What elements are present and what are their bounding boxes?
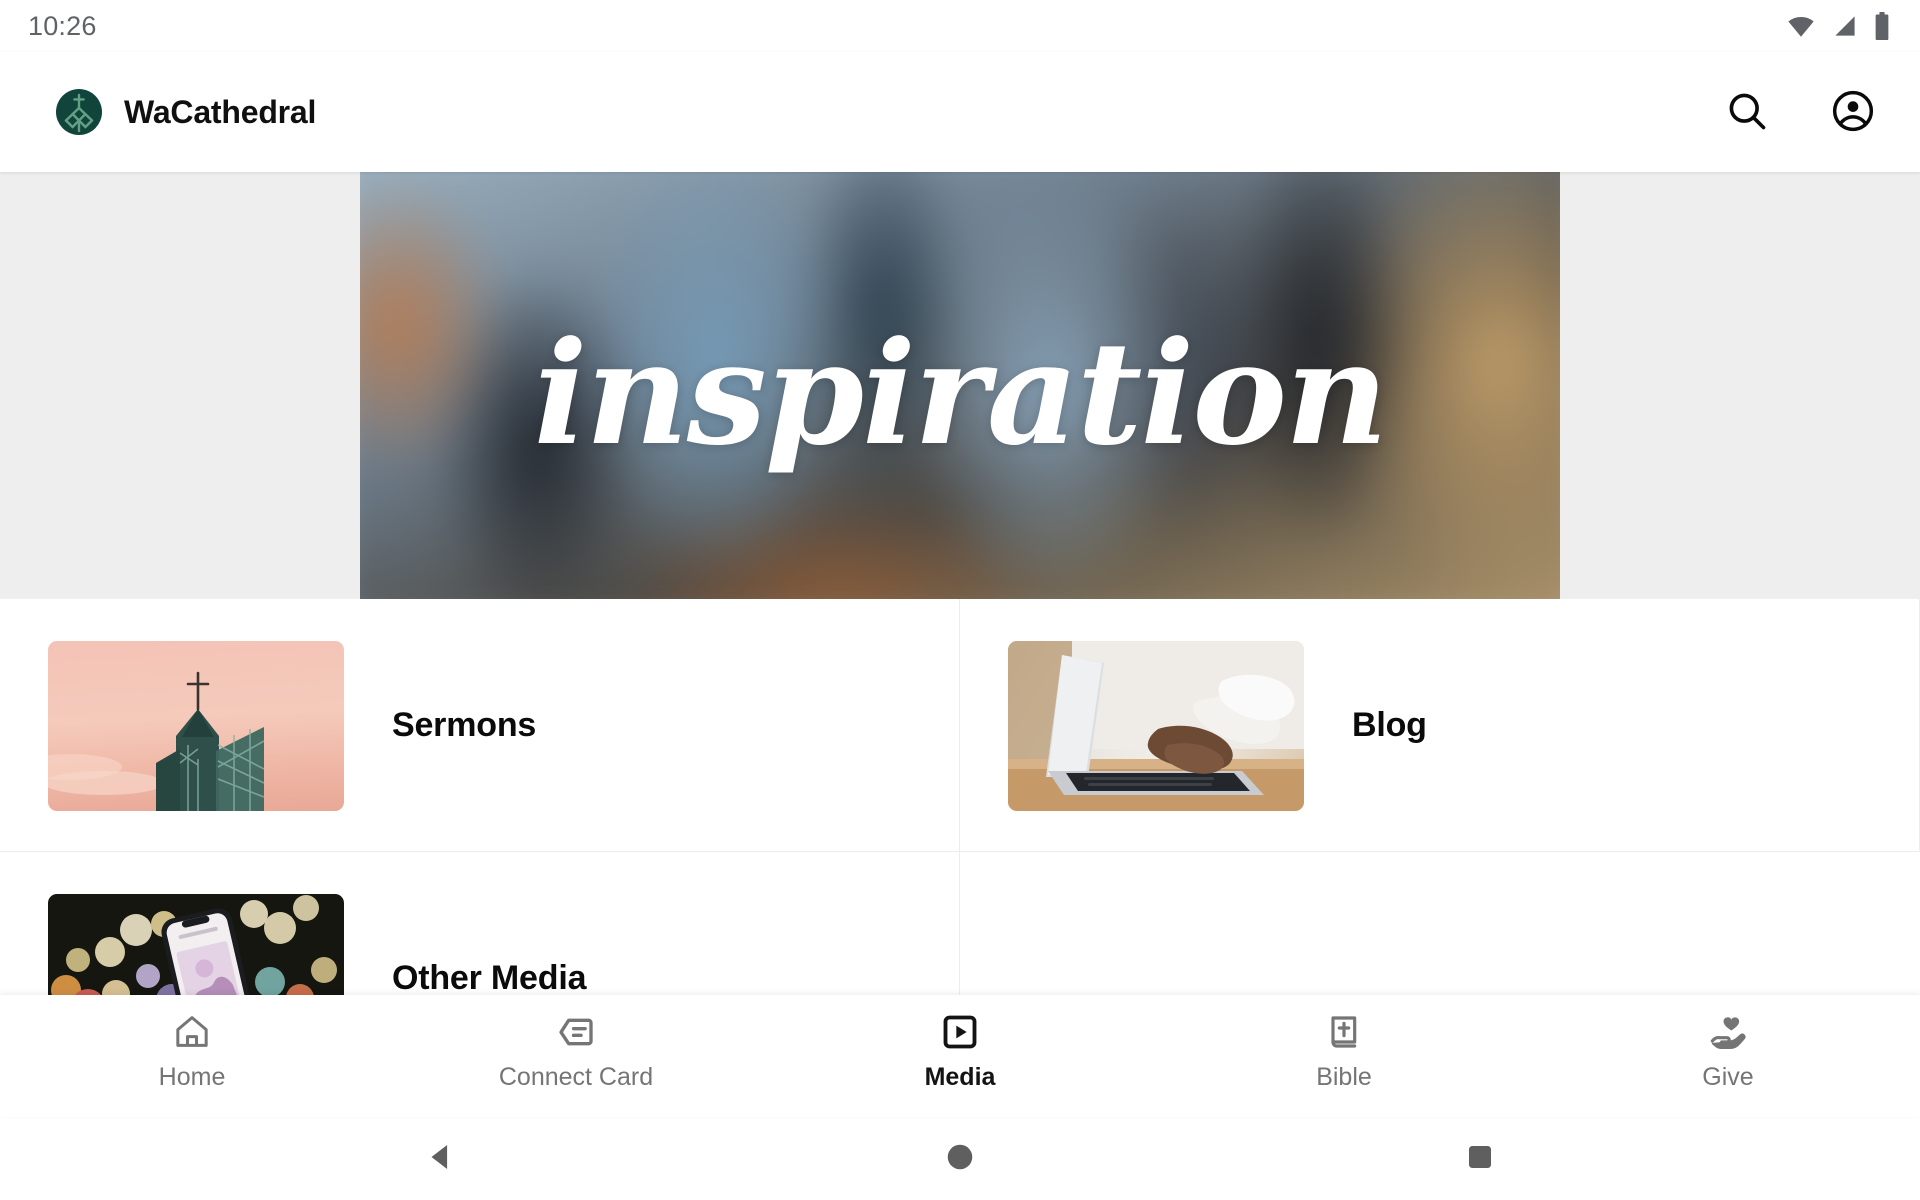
media-tile-empty <box>960 852 1920 995</box>
home-button[interactable] <box>820 1117 1100 1200</box>
status-bar-icons <box>1786 12 1890 40</box>
media-tile-label: Blog <box>1352 706 1427 744</box>
sermons-thumbnail <box>48 640 344 811</box>
cell-signal-icon <box>1832 14 1858 38</box>
nav-item-give[interactable]: Give <box>1536 995 1920 1117</box>
nav-item-bible[interactable]: Bible <box>1152 995 1536 1117</box>
circle-home-icon <box>944 1141 976 1176</box>
other-media-thumbnail <box>48 893 344 995</box>
page-title: WaCathedral <box>124 93 317 130</box>
triangle-back-icon <box>423 1140 457 1177</box>
brand: WaCathedral <box>56 89 316 135</box>
square-recents-icon <box>1465 1142 1495 1175</box>
inspiration-banner[interactable]: inspiration <box>360 172 1560 599</box>
nav-label: Connect Card <box>498 1063 654 1091</box>
account-button[interactable] <box>1824 83 1882 141</box>
status-bar: 10:26 <box>0 0 1920 52</box>
app-bar-actions <box>1718 83 1882 141</box>
banner-headline: inspiration <box>533 310 1389 477</box>
media-tile-label: Sermons <box>392 706 537 744</box>
back-button[interactable] <box>300 1117 580 1200</box>
bottom-navigation-bar: Home Connect Card Media Bible Give <box>0 995 1920 1117</box>
wacathedral-logo <box>56 89 102 135</box>
wifi-icon <box>1786 14 1816 38</box>
battery-icon <box>1874 12 1890 40</box>
media-tile-blog[interactable]: Blog <box>960 599 1920 852</box>
blog-thumbnail <box>1008 640 1304 811</box>
bible-book-icon <box>1324 1011 1364 1053</box>
connect-card-icon <box>556 1011 596 1053</box>
recents-button[interactable] <box>1340 1117 1620 1200</box>
media-play-icon <box>940 1011 980 1053</box>
media-tile-other-media[interactable]: Other Media <box>0 852 960 995</box>
home-icon <box>172 1011 212 1053</box>
nav-item-home[interactable]: Home <box>0 995 384 1117</box>
account-circle-icon <box>1831 89 1875 136</box>
search-icon <box>1725 89 1769 136</box>
hand-heart-icon <box>1708 1011 1748 1053</box>
nav-item-connect-card[interactable]: Connect Card <box>384 995 768 1117</box>
media-tile-sermons[interactable]: Sermons <box>0 599 960 852</box>
android-system-navigation <box>0 1117 1920 1200</box>
hero-banner-strip: inspiration <box>0 172 1920 599</box>
app-bar: WaCathedral <box>0 52 1920 172</box>
media-tile-label: Other Media <box>392 959 587 995</box>
nav-item-media[interactable]: Media <box>768 995 1152 1117</box>
status-bar-clock: 10:26 <box>28 10 97 41</box>
nav-label: Bible <box>1316 1063 1372 1091</box>
nav-label: Media <box>924 1063 996 1091</box>
media-page-content: inspiration Sermons Blog Other Media <box>0 172 1920 995</box>
nav-label: Give <box>1702 1063 1754 1091</box>
nav-label: Home <box>158 1063 226 1091</box>
search-button[interactable] <box>1718 83 1776 141</box>
media-tile-grid: Sermons Blog Other Media <box>0 599 1920 995</box>
